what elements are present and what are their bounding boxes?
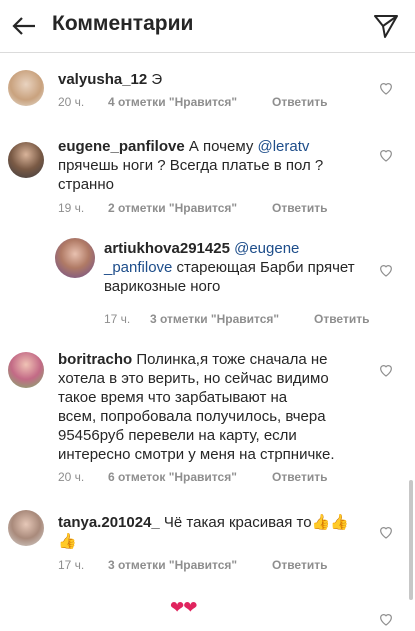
heart-icon[interactable] [378, 80, 394, 96]
heart-icon[interactable] [378, 362, 394, 378]
top-bar: Комментарии [0, 0, 415, 53]
comment-text: Чё такая красивая то [159, 514, 312, 531]
likes-link[interactable]: 4 отметки "Нравится" [108, 95, 237, 109]
comment-text: А почему [184, 138, 258, 155]
send-icon[interactable] [373, 13, 399, 39]
comment-username[interactable]: eugene_panfilove [58, 138, 185, 155]
comment-username[interactable]: boritracho [58, 351, 132, 368]
thumbs-up-emoji: 👍👍 [311, 514, 349, 531]
mention-link[interactable]: _panfilove [104, 259, 172, 276]
reply-button[interactable]: Ответить [272, 558, 327, 572]
likes-link[interactable]: 2 отметки "Нравится" [108, 201, 237, 215]
comment-text: такое время что зарбатывают на [58, 389, 288, 406]
comment-text: стареющая Барби прячет [172, 259, 355, 276]
reply-button[interactable]: Ответить [272, 95, 327, 109]
comment-username[interactable]: tanya.201024_ [58, 514, 160, 531]
comment-username[interactable]: valyusha_12 [58, 71, 147, 88]
reply-button[interactable]: Ответить [314, 312, 369, 326]
comment-text: хотела в это верить, но сейчас видимо [58, 370, 329, 387]
avatar[interactable] [8, 142, 44, 178]
reply-button[interactable]: Ответить [272, 470, 327, 484]
back-arrow-icon[interactable] [10, 12, 38, 40]
comment-text: Полинка,я тоже сначала не [132, 351, 328, 368]
avatar[interactable] [55, 238, 95, 278]
comment-text: 95456руб перевели на карту, если [58, 427, 297, 444]
scrollbar[interactable] [409, 480, 413, 600]
reply-button[interactable]: Ответить [272, 201, 327, 215]
comment-text: странно [58, 176, 114, 193]
comment-time: 17 ч. [104, 312, 131, 326]
likes-link[interactable]: 6 отметок "Нравится" [108, 470, 237, 484]
avatar[interactable] [8, 70, 44, 106]
comment-text: прячешь ноги ? Всегда платье в пол ? [58, 157, 324, 174]
heart-icon[interactable] [378, 611, 394, 627]
comment-time: 20 ч. [58, 95, 85, 109]
heart-icon[interactable] [378, 147, 394, 163]
avatar[interactable] [8, 352, 44, 388]
likes-link[interactable]: 3 отметки "Нравится" [108, 558, 237, 572]
thumbs-up-emoji: 👍 [58, 533, 77, 550]
comment-time: 20 ч. [58, 470, 85, 484]
comment-username[interactable]: artiukhova291425 [104, 240, 230, 257]
comment-text: всем, попробовала получилось, вчера [58, 408, 326, 425]
hearts-emoji: ❤❤ [170, 598, 197, 617]
comment-text: интересно смотри у меня на стрпничке. [58, 446, 335, 463]
mention-link[interactable]: @eugene [234, 240, 299, 257]
mention-link[interactable]: @leratv [257, 138, 309, 155]
page-title: Комментарии [52, 12, 194, 35]
comment-text: Э [147, 71, 163, 88]
heart-icon[interactable] [378, 524, 394, 540]
comment-time: 17 ч. [58, 558, 85, 572]
likes-link[interactable]: 3 отметки "Нравится" [150, 312, 279, 326]
comment-time: 19 ч. [58, 201, 85, 215]
comment-text: варикозные ного [104, 278, 221, 295]
heart-icon[interactable] [378, 262, 394, 278]
avatar[interactable] [8, 510, 44, 546]
